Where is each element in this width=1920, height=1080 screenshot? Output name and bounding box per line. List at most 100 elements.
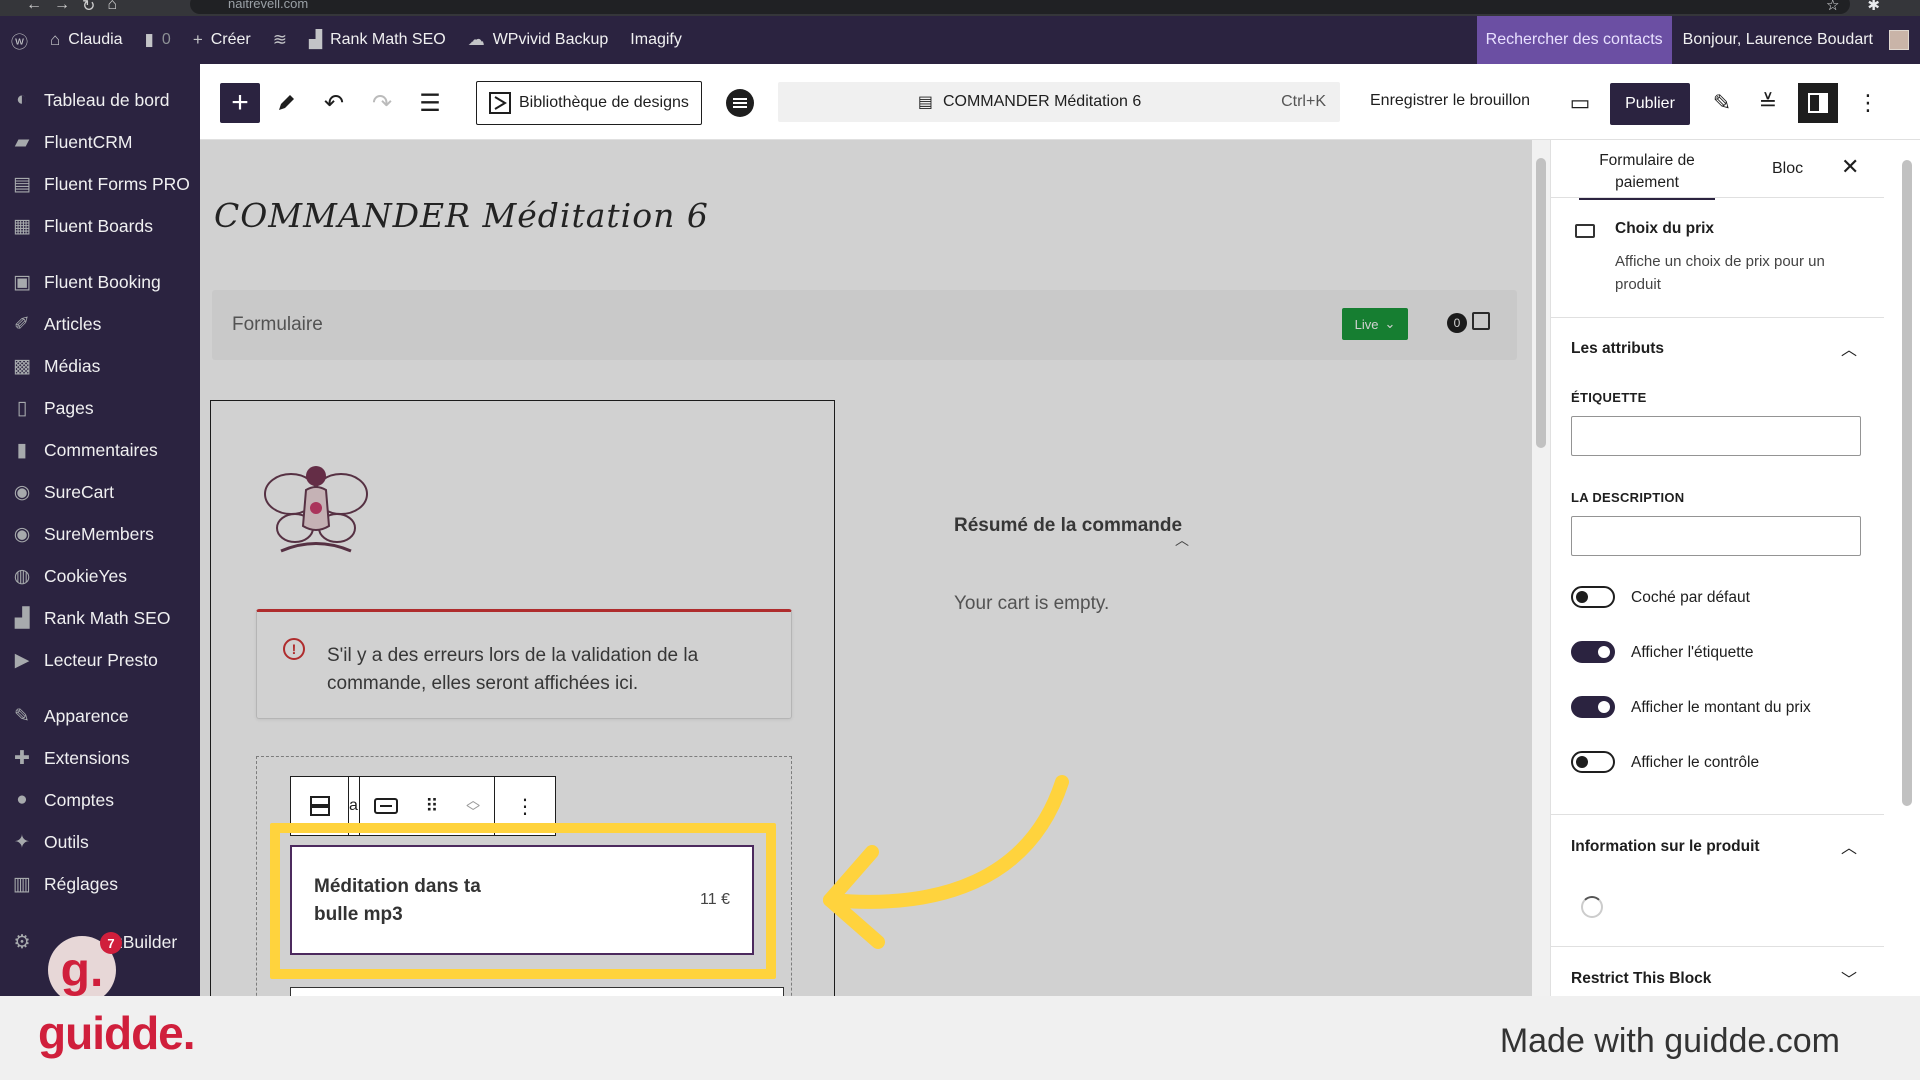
- cart-icon[interactable]: [1472, 312, 1490, 330]
- create-menu[interactable]: + Créer: [182, 16, 262, 64]
- boards-icon: ▦: [13, 215, 31, 237]
- show-label-toggle[interactable]: [1571, 641, 1615, 663]
- block-description: Affiche un choix de prix pour un produit: [1615, 253, 1825, 293]
- sidebar-item-17[interactable]: ✦ Outils: [0, 822, 200, 862]
- toggle-label: Afficher le montant du prix: [1631, 699, 1811, 716]
- show-price-toggle[interactable]: [1571, 696, 1615, 718]
- sidebar-item-16[interactable]: ● Comptes: [0, 780, 200, 820]
- plugin-icon: ✚: [14, 747, 30, 769]
- chevron-down-icon[interactable]: ﹀: [1841, 966, 1857, 990]
- move-up-down-icon[interactable]: ︿ ﹀: [466, 793, 480, 819]
- fluent-menu[interactable]: ≋: [262, 16, 298, 64]
- default-checked-toggle[interactable]: [1571, 586, 1615, 608]
- panel-scrollbar[interactable]: [1884, 140, 1920, 996]
- sidebar-item-7[interactable]: ▯ Pages: [0, 388, 200, 428]
- chevron-down-icon: ⌄: [1384, 316, 1396, 331]
- cart-empty-text: Your cart is empty.: [954, 593, 1110, 614]
- add-block-button[interactable]: +: [220, 83, 260, 123]
- imagify-menu[interactable]: Imagify: [619, 16, 693, 64]
- product-info-title[interactable]: Information sur le produit: [1571, 838, 1760, 856]
- rankmath-menu[interactable]: ▟ Rank Math SEO: [298, 16, 457, 64]
- tab-checkout-form[interactable]: Formulaire de paiement: [1579, 150, 1715, 200]
- label-field-label: ÉTIQUETTE: [1571, 390, 1647, 405]
- description-field-label: LA DESCRIPTION: [1571, 490, 1685, 505]
- site-name[interactable]: ⌂ Claudia: [39, 16, 134, 64]
- account-menu[interactable]: Bonjour, Laurence Boudart: [1672, 16, 1920, 64]
- post-title[interactable]: COMMANDER Méditation 6: [214, 196, 709, 235]
- sidebar-item-1[interactable]: ▰ FluentCRM: [0, 122, 200, 162]
- chevron-up-icon[interactable]: ︿: [1175, 530, 1189, 550]
- pencil-icon[interactable]: [268, 83, 304, 123]
- more-options-icon[interactable]: ⋮: [1850, 83, 1886, 123]
- browser-nav: ← → ↻ ⌂: [26, 0, 117, 16]
- list-view-icon[interactable]: ☰: [412, 83, 448, 123]
- live-mode-toggle[interactable]: Live ⌄: [1342, 308, 1408, 340]
- design-library-button[interactable]: Bibliothèque de designs: [476, 81, 702, 125]
- sidebar-item-10[interactable]: ◉ SureMembers: [0, 514, 200, 554]
- sidebar-item-2[interactable]: ▤ Fluent Forms PRO: [0, 164, 200, 204]
- star-icon[interactable]: ☆: [1826, 0, 1839, 14]
- sidebar-item-5[interactable]: ✐ Articles: [0, 304, 200, 344]
- show-control-toggle[interactable]: [1571, 751, 1615, 773]
- user-icon: ●: [16, 789, 28, 810]
- redo-icon[interactable]: ↷: [364, 83, 400, 123]
- scroll-thumb[interactable]: [1902, 160, 1912, 806]
- cookie-icon: ◍: [13, 565, 31, 587]
- sidebar-item-9[interactable]: ◉ SureCart: [0, 472, 200, 512]
- publish-button[interactable]: Publier: [1610, 83, 1690, 125]
- form-block-header[interactable]: Formulaire Live ⌄ 0: [212, 290, 1517, 360]
- tab-block[interactable]: Bloc: [1772, 160, 1803, 178]
- spectra-icon[interactable]: ≚: [1750, 83, 1786, 123]
- chevron-up-icon[interactable]: ︿: [1841, 834, 1857, 858]
- edit-template-icon[interactable]: ✎: [1704, 83, 1740, 123]
- save-draft-button[interactable]: Enregistrer le brouillon: [1370, 92, 1530, 110]
- document-icon: ▤: [917, 94, 933, 111]
- sidebar-item-8[interactable]: ▮ Commentaires: [0, 430, 200, 470]
- brush-icon: ✎: [14, 705, 30, 727]
- sidebar-item-3[interactable]: ▦ Fluent Boards: [0, 206, 200, 246]
- canvas-scrollbar[interactable]: [1532, 140, 1550, 996]
- undo-icon[interactable]: ↶: [316, 83, 352, 123]
- address-bar[interactable]: naitrevell.com: [190, 0, 1850, 14]
- extensions-icon[interactable]: ✱: [1867, 0, 1880, 14]
- reload-icon[interactable]: ↻: [82, 0, 95, 16]
- drag-handle-icon[interactable]: ⠿: [425, 796, 438, 817]
- fluentcrm-icon: ▰: [14, 131, 30, 153]
- sidebar-item-6[interactable]: ▩ Médias: [0, 346, 200, 386]
- admin-sidebar: ◐ Tableau de bord ▰ FluentCRM ▤ Fluent Forms …: [0, 64, 200, 996]
- admin-bar: ⓦ ⌂ Claudia ▮ 0 + Créer ≋ ▟ Rank Math SEO ☁ W…: [0, 16, 1920, 64]
- wpvivid-menu[interactable]: ☁ WPvivid Backup: [457, 16, 620, 64]
- home-icon[interactable]: ⌂: [107, 0, 117, 16]
- close-icon[interactable]: ✕: [1841, 154, 1859, 180]
- restrict-block-title[interactable]: Restrict This Block: [1571, 970, 1711, 988]
- command-palette[interactable]: ▤ COMMANDER Méditation 6 Ctrl+K: [778, 82, 1340, 122]
- description-input[interactable]: [1571, 516, 1861, 556]
- price-choice-icon[interactable]: [373, 798, 398, 814]
- sidebar-item-4[interactable]: ▣ Fluent Booking: [0, 262, 200, 302]
- sidebar-item-12[interactable]: ▟ Rank Math SEO: [0, 598, 200, 638]
- settings-panel-toggle[interactable]: [1798, 83, 1838, 123]
- sidebar-item-0[interactable]: ◐ Tableau de bord: [0, 80, 200, 120]
- media-icon: ▩: [13, 355, 31, 377]
- wp-logo[interactable]: ⓦ: [0, 16, 39, 64]
- contacts-search[interactable]: Rechercher des contacts: [1476, 16, 1672, 64]
- rankmath-icon: ▟: [14, 607, 30, 629]
- label-input[interactable]: [1571, 416, 1861, 456]
- toggle-knob: [1576, 756, 1588, 768]
- back-icon[interactable]: ←: [26, 0, 42, 16]
- dashboard-icon: ◐: [16, 89, 28, 110]
- sidebar-item-13[interactable]: ▶ Lecteur Presto: [0, 640, 200, 680]
- scroll-thumb[interactable]: [1536, 158, 1546, 448]
- chevron-up-icon[interactable]: ︿: [1841, 336, 1857, 360]
- sidebar-item-18[interactable]: ▥ Réglages: [0, 864, 200, 904]
- preview-icon[interactable]: ▭: [1562, 83, 1598, 123]
- forward-icon[interactable]: →: [54, 0, 70, 16]
- toggle-knob: [1598, 701, 1610, 713]
- sidebar-item-15[interactable]: ✚ Extensions: [0, 738, 200, 778]
- sidebar-item-label: Pages: [44, 397, 94, 418]
- sidebar-item-14[interactable]: ✎ Apparence: [0, 696, 200, 736]
- surecart-icon[interactable]: [722, 83, 758, 123]
- comments-link[interactable]: ▮ 0: [134, 16, 182, 64]
- sidebar-item-11[interactable]: ◍ CookieYes: [0, 556, 200, 596]
- attributes-section-title[interactable]: Les attributs: [1571, 340, 1664, 358]
